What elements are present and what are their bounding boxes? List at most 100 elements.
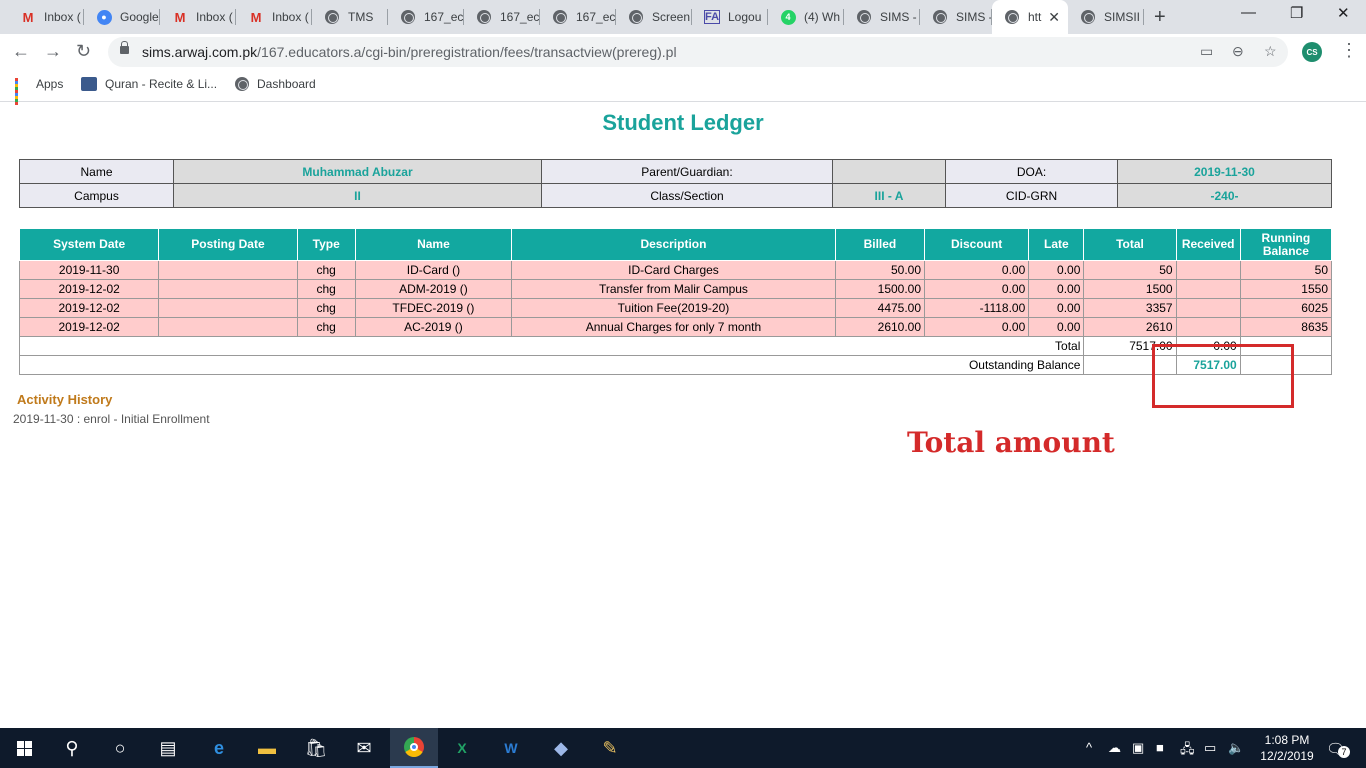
cell-discount: 0.00 [924, 279, 1030, 299]
clock[interactable]: 1:08 PM 12/2/2019 [1252, 732, 1322, 764]
tab-label: Screen [652, 10, 691, 24]
cell-received [1175, 260, 1241, 280]
browser-toolbar: ← → ↻ sims.arwaj.com.pk/167.educators.a/… [0, 34, 1366, 70]
browser-tab[interactable]: M Inbox ( [236, 0, 312, 34]
windows-start-icon[interactable] [0, 728, 48, 768]
browser-tab[interactable]: Screen [616, 0, 692, 34]
cell-posting-date [158, 317, 298, 337]
display-icon[interactable]: ■ [1156, 740, 1164, 755]
globe-icon [324, 9, 340, 25]
restore-icon[interactable]: ❐ [1290, 4, 1303, 22]
cell-description: Tuition Fee(2019-20) [511, 298, 836, 318]
annotation-highlight-box [1152, 344, 1294, 408]
new-tab-icon[interactable]: + [1154, 6, 1166, 29]
tab-label: htt [1028, 10, 1042, 24]
mail-icon[interactable]: ✉ [340, 728, 388, 768]
globe-icon [235, 77, 249, 91]
zoom-icon[interactable]: ⊖ [1232, 43, 1244, 60]
url-text[interactable]: sims.arwaj.com.pk/167.educators.a/cgi-bi… [142, 44, 677, 60]
excel-icon[interactable]: X [438, 728, 486, 768]
bookmark-star-icon[interactable]: ☆ [1264, 43, 1277, 60]
paint-icon[interactable]: ✎ [586, 728, 634, 768]
cell-system-date: 2019-11-30 [18, 260, 160, 280]
bookmark-apps[interactable]: Apps [15, 77, 64, 105]
browser-menu-icon[interactable]: ⋮ [1340, 40, 1358, 61]
browser-tab[interactable]: FA Logou [692, 0, 768, 34]
browser-tab[interactable]: SIMS - [920, 0, 992, 34]
cast-icon[interactable]: ▭ [1200, 43, 1213, 60]
store-icon[interactable]: 🛍 [292, 728, 340, 768]
volume-icon[interactable]: 🔈 [1228, 740, 1244, 756]
bookmark-quran[interactable]: Quran - Recite & Li... [81, 77, 217, 91]
whatsapp-icon: 4 [780, 9, 796, 25]
browser-tab[interactable]: 167_ec [540, 0, 616, 34]
cell-billed: 50.00 [834, 260, 926, 280]
tab-label: (4) Wh [804, 10, 840, 24]
cell-running: 8635 [1239, 317, 1333, 337]
bookmark-label: Apps [36, 77, 64, 91]
tab-separator [1143, 9, 1144, 25]
student-info-table: Name Muhammad Abuzar Parent/Guardian: DO… [19, 159, 1332, 208]
column-header: Running Balance [1239, 228, 1333, 261]
cell-posting-date [158, 298, 298, 318]
minimize-icon[interactable]: — [1241, 4, 1256, 21]
search-icon[interactable]: ⚲ [48, 728, 96, 768]
globe-icon [628, 9, 644, 25]
total-row: Total 7517.00 0.00 [18, 336, 1333, 356]
cloud-icon[interactable]: ☁ [1108, 740, 1121, 756]
forward-icon[interactable]: → [44, 41, 62, 62]
cell-late: 0.00 [1028, 279, 1085, 299]
activity-item: 2019-11-30 : enrol - Initial Enrollment [13, 412, 210, 426]
outstanding-label: Outstanding Balance [18, 355, 1085, 375]
chrome-icon[interactable] [390, 728, 438, 768]
address-bar[interactable]: sims.arwaj.com.pk/167.educators.a/cgi-bi… [108, 37, 1288, 67]
profile-avatar[interactable]: CS [1302, 42, 1322, 62]
lock-icon[interactable] [120, 41, 129, 54]
cell-posting-date [158, 279, 298, 299]
battery-icon[interactable]: ▭ [1204, 740, 1216, 756]
cell-received [1175, 279, 1241, 299]
tab-label: TMS [348, 10, 374, 24]
close-window-icon[interactable]: ✕ [1337, 4, 1350, 22]
parent-label: Parent/Guardian: [541, 159, 833, 184]
ledger-table: System Date Posting Date Type Name Descripti… [18, 228, 1333, 375]
task-view-icon[interactable]: ▤ [144, 728, 192, 768]
bookmark-label: Quran - Recite & Li... [105, 77, 218, 91]
browser-tab[interactable]: M Inbox ( [8, 0, 84, 34]
tab-strip: M Inbox (● Google M Inbox (M Inbox (TMS 167_ec… [0, 0, 1366, 34]
doa-label: DOA: [945, 159, 1118, 184]
browser-tab[interactable]: 167_ec [464, 0, 540, 34]
tray-app-icon[interactable]: ▣ [1132, 740, 1144, 756]
edge-icon[interactable]: e [195, 728, 243, 768]
browser-tab[interactable]: SIMSII [1068, 0, 1144, 34]
browser-tab[interactable]: ● Google [84, 0, 160, 34]
browser-tab[interactable]: 4 (4) Wh [768, 0, 844, 34]
tray-chevron-icon[interactable]: ^ [1086, 740, 1092, 755]
back-icon[interactable]: ← [12, 41, 30, 62]
word-icon[interactable]: W [487, 728, 535, 768]
windows-taskbar: ⚲ ○ ▤ e ▬ 🛍 ✉ X W ◆ ✎ ^ ☁ ▣ ■ 🖧 ▭ 🔈 1:08… [0, 728, 1366, 768]
parent-value [832, 159, 946, 184]
tab-label: Inbox ( [44, 10, 81, 24]
bookmark-dashboard[interactable]: Dashboard [235, 77, 316, 91]
browser-tab[interactable]: M Inbox ( [160, 0, 236, 34]
browser-tab[interactable]: htt ✕ [992, 0, 1068, 34]
cell-system-date: 2019-12-02 [18, 298, 160, 318]
network-icon[interactable]: 🖧 [1180, 740, 1195, 762]
reload-icon[interactable]: ↻ [76, 41, 91, 62]
file-explorer-icon[interactable]: ▬ [243, 728, 291, 768]
cortana-icon[interactable]: ○ [96, 728, 144, 768]
tab-close-icon[interactable]: ✕ [1048, 9, 1060, 26]
cell-discount: -1118.00 [924, 298, 1030, 318]
clock-time: 1:08 PM [1264, 733, 1310, 747]
column-header: Discount [924, 228, 1030, 261]
class-value: III - A [832, 183, 946, 208]
browser-tab[interactable]: TMS [312, 0, 388, 34]
browser-tab[interactable]: 167_ec [388, 0, 464, 34]
table-row: 2019-12-02 chg AC-2019 () Annual Charges fo… [18, 317, 1333, 337]
column-header: Description [511, 228, 836, 261]
dolphin-app-icon[interactable]: ◆ [537, 728, 585, 768]
browser-tab[interactable]: SIMS - [844, 0, 920, 34]
cell-billed: 2610.00 [834, 317, 926, 337]
column-header: Received [1175, 228, 1241, 261]
